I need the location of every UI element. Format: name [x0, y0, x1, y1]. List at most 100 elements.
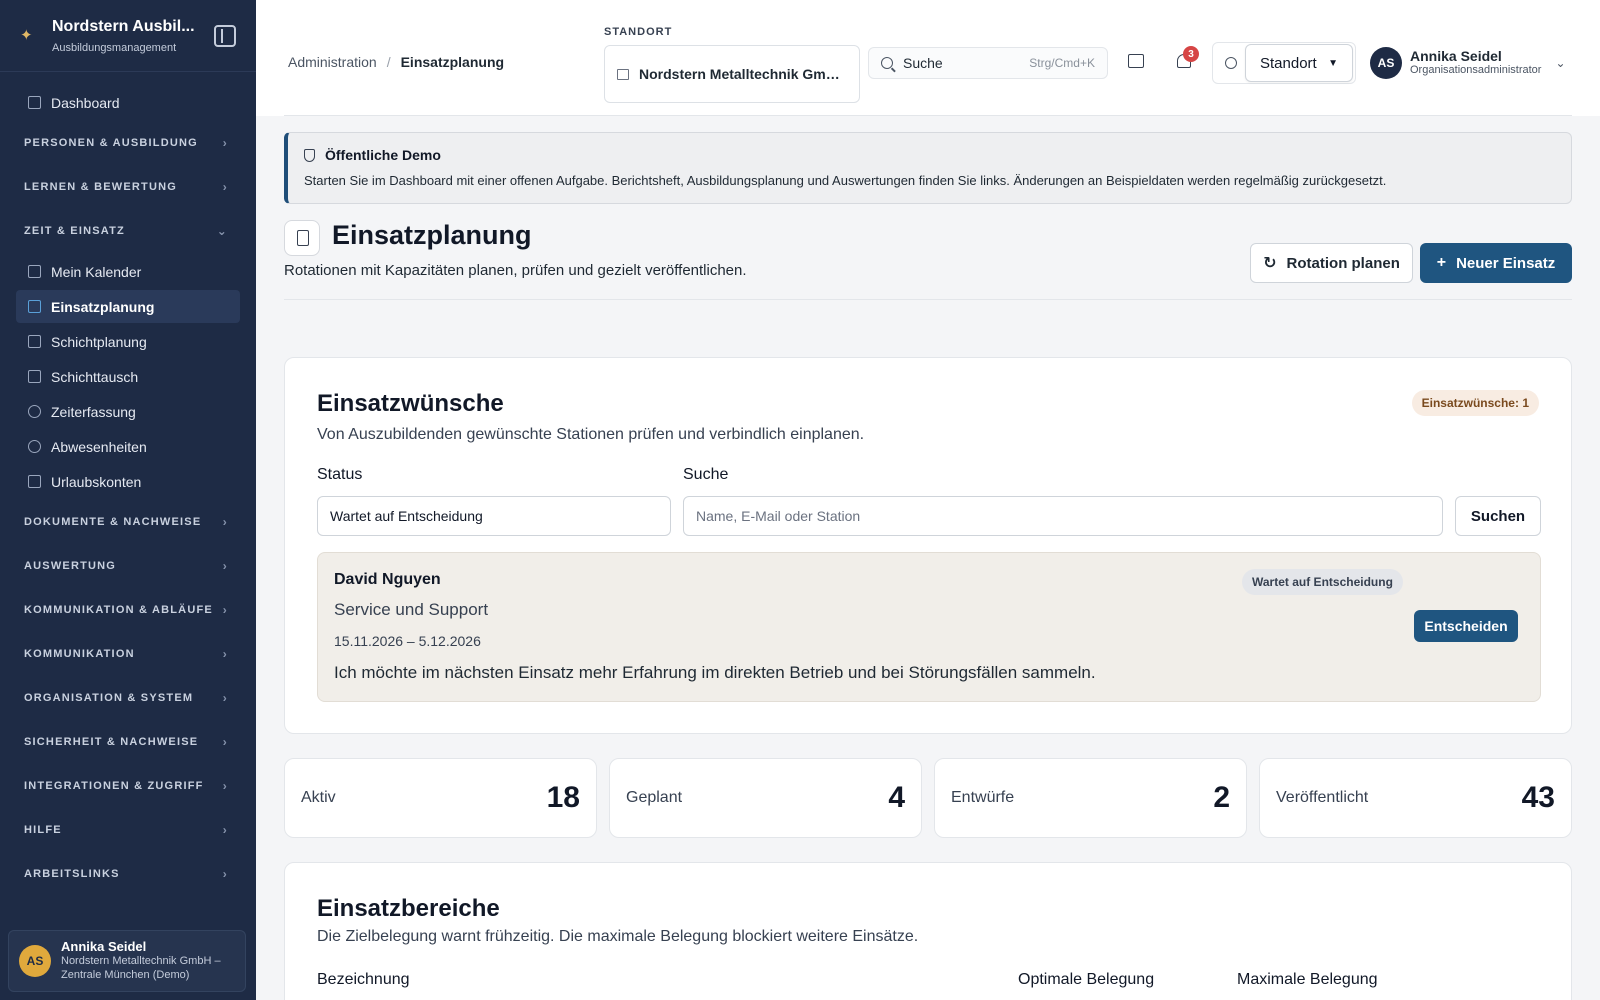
calendar-check-icon [28, 475, 41, 488]
search-button[interactable]: Suchen [1455, 496, 1541, 536]
search-placeholder: Name, E-Mail oder Station [696, 508, 861, 524]
stat-card-planned: Geplant 4 [609, 758, 922, 838]
notification-badge: 3 [1183, 46, 1199, 62]
sidebar-item-abwesenheiten[interactable]: Abwesenheiten [16, 430, 240, 463]
sidebar-collapse-icon[interactable] [214, 24, 236, 47]
user-organization: Nordstern Metalltechnik GmbH – Zentrale … [61, 955, 221, 981]
chevron-right-icon: › [222, 735, 228, 749]
button-label: Neuer Einsatz [1456, 254, 1556, 272]
sidebar-group-zeit[interactable]: ZEIT & EINSATZ ⌄ [0, 209, 256, 253]
decide-button[interactable]: Entscheiden [1414, 610, 1518, 642]
user-menu[interactable]: AS Annika Seidel Organisationsadministra… [1370, 47, 1566, 79]
demo-title: Öffentliche Demo [325, 147, 441, 163]
sidebar-item-schichttausch[interactable]: Schichttausch [16, 360, 240, 393]
breadcrumb-administration[interactable]: Administration [288, 54, 377, 70]
sidebar-group-label: ARBEITSLINKS [24, 868, 120, 880]
sidebar-item-mein-kalender[interactable]: Mein Kalender [16, 255, 240, 288]
sidebar-group-personen[interactable]: PERSONEN & AUSBILDUNG › [0, 121, 256, 165]
topbar-divider [284, 115, 1572, 116]
chevron-right-icon: › [222, 647, 228, 661]
sidebar-item-schichtplanung[interactable]: Schichtplanung [16, 325, 240, 358]
status-label: Status [317, 466, 363, 483]
clipboard-icon [28, 300, 41, 313]
sidebar-item-label: Einsatzplanung [51, 298, 155, 315]
sidebar-group-dokumente[interactable]: DOKUMENTE & NACHWEISE › [0, 500, 256, 544]
stat-label: Aktiv [301, 789, 336, 806]
sidebar: ✦ Nordstern Ausbil... Ausbildungsmanagem… [0, 0, 256, 1000]
demo-text: Starten Sie im Dashboard mit einer offen… [304, 173, 1387, 188]
palette-icon[interactable] [1225, 57, 1237, 69]
rotation-plan-button[interactable]: ↻ Rotation planen [1250, 243, 1413, 283]
sidebar-user-card[interactable]: AS Annika Seidel Nordstern Metalltechnik… [8, 930, 246, 992]
sidebar-item-label: Zeiterfassung [51, 403, 136, 420]
column-max-label: Maximale Belegung [1237, 971, 1378, 988]
sidebar-group-label: DOKUMENTE & NACHWEISE [24, 516, 202, 528]
sidebar-group-label: PERSONEN & AUSBILDUNG [24, 137, 198, 149]
sidebar-group-organisation[interactable]: ORGANISATION & SYSTEM › [0, 676, 256, 720]
stat-value: 18 [546, 781, 580, 814]
sidebar-group-label: ORGANISATION & SYSTEM [24, 692, 194, 704]
header-divider [284, 299, 1572, 300]
sidebar-group-arbeitslinks[interactable]: ARBEITSLINKS › [0, 852, 256, 896]
location-value: Nordstern Metalltechnik GmbH... [639, 66, 847, 82]
rotate-icon: ↻ [1263, 255, 1277, 272]
calendar-icon [28, 265, 41, 278]
breadcrumb: Administration / Einsatzplanung [288, 54, 504, 70]
clock-icon [28, 405, 41, 418]
request-station: Service und Support [334, 600, 489, 619]
stat-value: 43 [1521, 781, 1555, 814]
sidebar-group-label: AUSWERTUNG [24, 560, 117, 572]
stat-card-drafts: Entwürfe 2 [934, 758, 1247, 838]
sidebar-item-label: Urlaubskonten [51, 473, 142, 490]
swap-icon [28, 370, 41, 383]
sidebar-group-sicherheit[interactable]: SICHERHEIT & NACHWEISE › [0, 720, 256, 764]
sidebar-group-label: SICHERHEIT & NACHWEISE [24, 736, 199, 748]
sidebar-item-urlaubskonten[interactable]: Urlaubskonten [16, 465, 240, 498]
message-icon[interactable] [1128, 54, 1144, 68]
standort-select[interactable]: Standort ▼ [1245, 44, 1353, 82]
chevron-right-icon: › [222, 603, 228, 617]
chevron-down-icon: ⌄ [1555, 56, 1566, 70]
sidebar-group-auswertung[interactable]: AUSWERTUNG › [0, 544, 256, 588]
sidebar-group-integrationen[interactable]: INTEGRATIONEN & ZUGRIFF › [0, 764, 256, 808]
sidebar-item-einsatzplanung[interactable]: Einsatzplanung [16, 290, 240, 323]
global-search[interactable]: Suche Strg/Cmd+K [868, 47, 1108, 79]
request-name: David Nguyen [334, 571, 441, 588]
demo-banner: Öffentliche Demo Starten Sie im Dashboar… [284, 132, 1572, 204]
sidebar-group-hilfe[interactable]: HILFE › [0, 808, 256, 852]
wish-request-item: David Nguyen Service und Support 15.11.2… [317, 552, 1541, 702]
sidebar-item-zeiterfassung[interactable]: Zeiterfassung [16, 395, 240, 428]
stat-label: Entwürfe [951, 789, 1015, 806]
sidebar-group-label: KOMMUNIKATION & ABLÄUFE [24, 604, 213, 616]
sidebar-group-label: INTEGRATIONEN & ZUGRIFF [24, 780, 204, 792]
location-selector[interactable]: Nordstern Metalltechnik GmbH... [604, 45, 860, 103]
chevron-right-icon: › [222, 180, 228, 194]
status-select[interactable]: Wartet auf Entscheidung [317, 496, 671, 536]
sidebar-group-kommunikation[interactable]: KOMMUNIKATION › [0, 632, 256, 676]
sidebar-item-dashboard[interactable]: Dashboard [16, 86, 240, 119]
card-title: Einsatzwünsche [317, 390, 504, 417]
column-optimal-label: Optimale Belegung [1018, 971, 1155, 988]
brand-name: Nordstern Ausbil... [52, 17, 195, 35]
chevron-down-icon: ⌄ [216, 224, 228, 238]
calendar-icon [28, 335, 41, 348]
chevron-right-icon: › [222, 559, 228, 573]
avatar: AS [19, 945, 51, 977]
chevron-right-icon: › [222, 515, 228, 529]
assignment-wishes-card: Einsatzwünsche Von Auszubildenden gewüns… [284, 357, 1572, 734]
avatar: AS [1370, 47, 1402, 79]
assignment-areas-card: Einsatzbereiche Die Zielbelegung warnt f… [284, 862, 1572, 1000]
star-icon: ✦ [20, 26, 33, 44]
column-name-label: Bezeichnung [317, 971, 410, 988]
sidebar-item-label: Abwesenheiten [51, 438, 147, 455]
stat-label: Veröffentlicht [1276, 789, 1369, 806]
search-label: Suche [903, 55, 943, 71]
sidebar-item-label: Dashboard [51, 94, 120, 111]
sidebar-group-kommunikation-ablaeufe[interactable]: KOMMUNIKATION & ABLÄUFE › [0, 588, 256, 632]
new-assignment-button[interactable]: + Neuer Einsatz [1420, 243, 1572, 283]
sidebar-group-lernen[interactable]: LERNEN & BEWERTUNG › [0, 165, 256, 209]
chevron-right-icon: › [222, 779, 228, 793]
wishes-search-input[interactable]: Name, E-Mail oder Station [683, 496, 1443, 536]
breadcrumb-separator: / [386, 54, 391, 70]
standort-select-value: Standort [1260, 54, 1317, 72]
